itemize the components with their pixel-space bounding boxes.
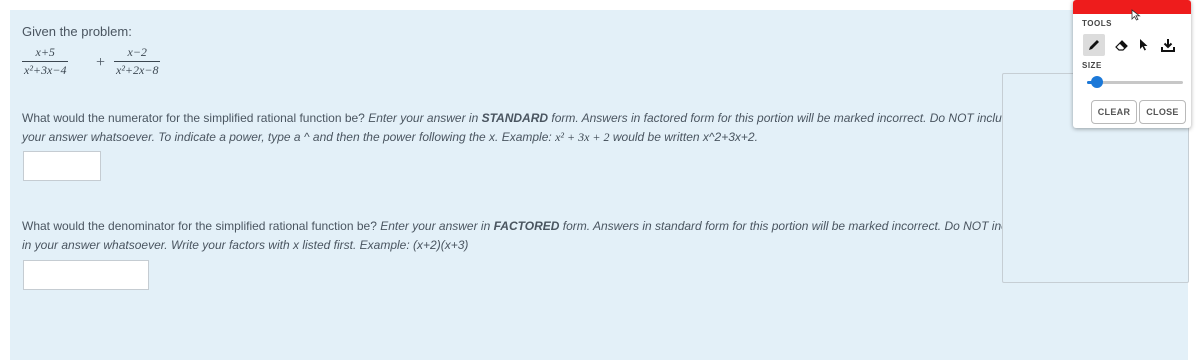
question-1-example-math: x² + 3x + 2 xyxy=(555,130,610,144)
pointer-tool-button[interactable] xyxy=(1133,34,1155,56)
cursor-icon xyxy=(1131,9,1141,21)
question-2-emphasis: FACTORED xyxy=(493,219,560,233)
pointer-icon xyxy=(1140,39,1148,51)
download-icon xyxy=(1161,39,1175,52)
question-2-lead: What would the denominator for the simpl… xyxy=(22,219,377,233)
fraction-1-numerator: x+5 xyxy=(35,45,55,59)
pencil-icon xyxy=(1089,40,1099,50)
question-2-text: What would the denominator for the simpl… xyxy=(22,217,1172,255)
question-2-hint: in your answer whatsoever. Write your fa… xyxy=(22,238,469,252)
numerator-answer-input[interactable] xyxy=(23,151,101,181)
size-slider-handle[interactable] xyxy=(1090,76,1103,88)
question-1-rule: form. Answers in factored form for this … xyxy=(551,111,1070,125)
problem-prompt: Given the problem: xyxy=(22,24,132,39)
eraser-icon xyxy=(1115,40,1128,51)
question-1-lead: What would the numerator for the simplif… xyxy=(22,111,365,125)
size-label: SIZE xyxy=(1082,61,1102,70)
fraction-2-numerator: x−2 xyxy=(127,45,147,59)
clear-button[interactable]: CLEAR xyxy=(1091,100,1137,124)
question-1-emphasis: STANDARD xyxy=(481,111,549,125)
fraction-2-denominator: x²+2x−8 xyxy=(116,63,159,77)
close-button[interactable]: CLOSE xyxy=(1139,100,1186,124)
denominator-answer-input[interactable] xyxy=(23,260,149,290)
question-1-example-text: would be written x^2+3x+2. xyxy=(612,130,758,144)
download-tool-button[interactable] xyxy=(1157,34,1179,56)
fraction-2-bar xyxy=(114,61,161,62)
tools-label: TOOLS xyxy=(1082,19,1112,28)
question-1-text: What would the numerator for the simplif… xyxy=(22,109,1172,147)
plus-operator: + xyxy=(96,54,106,71)
tools-panel: TOOLS SIZE CLEAR CLOSE xyxy=(1073,0,1191,128)
eraser-tool-button[interactable] xyxy=(1111,34,1133,56)
fraction-1-bar xyxy=(22,61,69,62)
question-2-instr: Enter your answer in xyxy=(380,219,491,233)
fraction-1: x+5 x²+3x−4 xyxy=(22,45,69,78)
pencil-tool-button[interactable] xyxy=(1083,34,1105,56)
question-1-hint: your answer whatsoever. To indicate a po… xyxy=(22,130,552,144)
question-1-instr: Enter your answer in xyxy=(368,111,479,125)
fraction-2: x−2 x²+2x−8 xyxy=(114,45,161,78)
fraction-1-denominator: x²+3x−4 xyxy=(24,63,67,77)
